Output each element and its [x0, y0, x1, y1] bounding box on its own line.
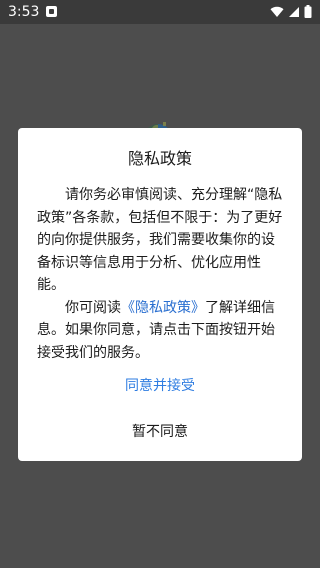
battery-icon — [304, 3, 312, 22]
dialog-paragraph-1: 请你务必审慎阅读、充分理解“隐私政策”各条款，包括但不限于：为了更好的向你提供服… — [37, 187, 283, 293]
dialog-paragraph-2: 你可阅读《隐私政策》了解详细信息。如果你同意，请点击下面按钮开始接受我们的服务。 — [37, 297, 287, 365]
paragraph-2-lead-text: 你可阅读 — [65, 299, 121, 316]
notification-icon — [46, 6, 57, 17]
disagree-button[interactable]: 暂不同意 — [78, 418, 242, 446]
status-bar: 3:53 — [0, 0, 320, 24]
wifi-icon — [270, 3, 284, 22]
privacy-dialog: 隐私政策 请你务必审慎阅读、充分理解“隐私政策”各条款，包括但不限于：为了更好的… — [18, 128, 302, 461]
dialog-title: 隐私政策 — [127, 149, 192, 168]
status-time: 3:53 — [8, 4, 40, 20]
screen: 3:53 隐私政策 请你务必审慎阅读、充分理解“隐私政策”各条款，包括但不限于：… — [0, 0, 320, 568]
signal-icon — [288, 3, 300, 22]
dialog-body: 请你务必审慎阅读、充分理解“隐私政策”各条款，包括但不限于：为了更好的向你提供服… — [37, 184, 287, 364]
privacy-policy-link[interactable]: 《隐私政策》 — [121, 300, 205, 316]
agree-button[interactable]: 同意并接受 — [78, 372, 242, 400]
status-icons — [266, 3, 312, 22]
